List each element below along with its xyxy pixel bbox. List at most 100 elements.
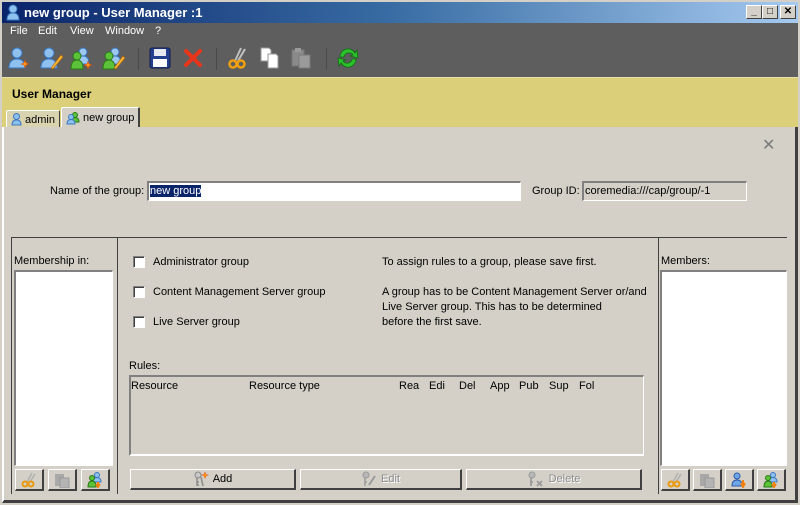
paste-icon (700, 473, 715, 488)
column-header-approve[interactable]: App (490, 380, 510, 392)
menu-window[interactable]: Window (105, 25, 144, 37)
rules-label: Rules: (129, 360, 161, 372)
user-add-icon (731, 472, 746, 488)
column-header-publish[interactable]: Pub (519, 380, 539, 392)
paste-button[interactable] (288, 45, 314, 71)
column-header-folder[interactable]: Fol (579, 380, 594, 392)
close-window-button[interactable]: ✕ (780, 5, 796, 19)
header-title: User Manager (12, 87, 92, 101)
edit-user-button[interactable] (38, 45, 64, 71)
info-text-line: before the first save. (382, 316, 482, 328)
window-title: new group - User Manager :1 (24, 5, 203, 20)
title-bar[interactable]: new group - User Manager :1 _ □ ✕ (0, 0, 800, 23)
edit-key-icon (362, 471, 376, 486)
refresh-button[interactable] (335, 45, 361, 71)
copy-button[interactable] (257, 45, 283, 71)
group-new-icon (70, 47, 93, 70)
paste-icon (55, 473, 70, 488)
tab-label: admin (25, 113, 55, 126)
delete-key-icon (528, 471, 543, 487)
menu-help[interactable]: ? (155, 25, 161, 37)
tab-new-group[interactable]: new group (61, 107, 141, 128)
group-add-icon (763, 471, 778, 488)
copy-icon (260, 47, 279, 69)
minimize-button[interactable]: _ (746, 5, 762, 19)
edit-rule-button[interactable]: Edit (300, 469, 462, 490)
membership-add-group-button[interactable] (81, 469, 110, 491)
group-id-field: coremedia:///cap/group/-1 (582, 181, 747, 201)
group-name-label: Name of the group: (50, 185, 145, 197)
close-tab-button[interactable]: ✕ (762, 138, 775, 154)
new-group-button[interactable] (68, 45, 94, 71)
delete-rule-label: Delete (548, 473, 581, 485)
live-server-group-checkbox[interactable] (133, 316, 145, 328)
divider (11, 237, 787, 238)
user-edit-icon (40, 47, 63, 70)
divider (11, 237, 12, 494)
edit-rule-label: Edit (381, 473, 400, 485)
divider (117, 237, 118, 494)
cut-icon (667, 472, 682, 487)
cms-group-checkbox[interactable] (133, 286, 145, 298)
delete-rule-button[interactable]: Delete (466, 469, 642, 490)
column-header-read[interactable]: Rea (399, 380, 419, 392)
group-name-value: new group (150, 185, 202, 197)
close-icon: ✕ (762, 137, 776, 154)
new-user-button[interactable] (6, 45, 32, 71)
menu-file[interactable]: File (10, 25, 28, 37)
save-icon (149, 47, 171, 69)
paste-icon (291, 48, 311, 69)
column-header-delete[interactable]: Del (459, 380, 476, 392)
user-icon (11, 113, 22, 126)
membership-label: Membership in: (14, 255, 90, 267)
group-edit-icon (102, 47, 125, 70)
column-header-resource-type[interactable]: Resource type (249, 380, 320, 392)
menu-edit[interactable]: Edit (38, 25, 57, 37)
cut-button[interactable] (225, 45, 251, 71)
group-id-value: coremedia:///cap/group/-1 (585, 185, 711, 197)
info-text-line: Live Server group. This has to be determ… (382, 301, 602, 313)
divider (658, 237, 659, 494)
members-paste-button[interactable] (693, 469, 722, 491)
tab-admin[interactable]: admin (6, 110, 60, 128)
toolbar (2, 41, 798, 77)
admin-group-checkbox[interactable] (133, 256, 145, 268)
maximize-button[interactable]: □ (762, 5, 778, 19)
tab-label: new group (83, 112, 135, 124)
members-add-group-button[interactable] (757, 469, 786, 491)
column-header-resource[interactable]: Resource (131, 380, 178, 392)
cut-icon (228, 47, 246, 69)
edit-group-button[interactable] (100, 45, 126, 71)
info-text-line: A group has to be Content Management Ser… (382, 286, 647, 298)
add-rule-button[interactable]: Add (130, 469, 296, 490)
group-add-icon (87, 471, 102, 488)
close-icon: ✕ (783, 6, 793, 17)
membership-list[interactable] (14, 270, 113, 466)
members-list[interactable] (660, 270, 787, 466)
cms-group-label: Content Management Server group (153, 286, 326, 298)
group-id-label: Group ID: (532, 185, 580, 197)
membership-cut-button[interactable] (15, 469, 44, 491)
rules-table[interactable]: Resource Resource type Rea Edi Del App P… (129, 375, 644, 456)
delete-icon (184, 49, 202, 67)
members-cut-button[interactable] (661, 469, 690, 491)
menu-view[interactable]: View (70, 25, 94, 37)
delete-button[interactable] (180, 45, 206, 71)
column-header-supervise[interactable]: Sup (549, 380, 569, 392)
cut-icon (21, 472, 36, 487)
column-header-edit[interactable]: Edi (429, 380, 445, 392)
members-label: Members: (661, 255, 710, 267)
user-icon (6, 4, 20, 21)
membership-paste-button[interactable] (48, 469, 77, 491)
group-icon (66, 111, 80, 124)
members-add-user-button[interactable] (725, 469, 754, 491)
group-name-input[interactable]: new group (147, 181, 521, 201)
add-rule-label: Add (212, 473, 233, 485)
refresh-icon (337, 48, 359, 68)
user-new-icon (8, 47, 30, 69)
admin-group-label: Administrator group (153, 256, 249, 268)
toolbar-separator (216, 48, 217, 70)
maximize-icon: □ (766, 6, 774, 17)
menu-bar: File Edit View Window ? (2, 23, 798, 41)
save-button[interactable] (147, 45, 173, 71)
